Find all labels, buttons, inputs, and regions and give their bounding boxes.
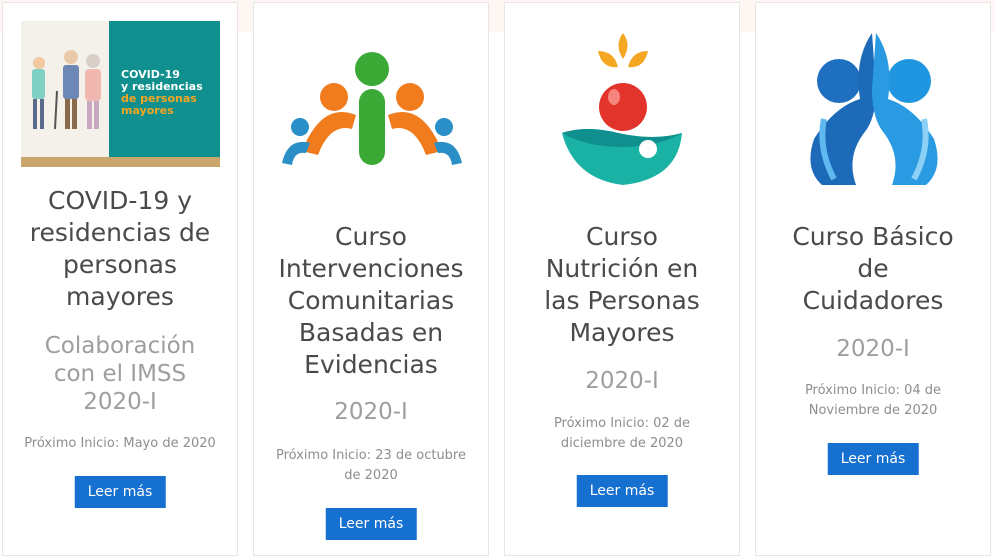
- course-title[interactable]: Curso Básico de Cuidadores: [756, 221, 990, 317]
- course-card-covid: COVID-19 y residencias de personas mayor…: [2, 2, 238, 556]
- course-image-cuidadores[interactable]: [756, 29, 990, 189]
- course-card-cuidadores: Curso Básico de Cuidadores 2020-I Próxim…: [755, 2, 991, 556]
- course-subtitle: Colaboración con el IMSS 2020-I: [44, 333, 196, 415]
- course-start-date: Próximo Inicio: 23 de octubre de 2020: [276, 448, 466, 483]
- course-image-covid[interactable]: COVID-19 y residencias de personas mayor…: [3, 21, 237, 167]
- course-subtitle: 2020-I: [585, 368, 659, 394]
- read-more-button[interactable]: Leer más: [74, 476, 166, 508]
- course-start-date: Próximo Inicio: Mayo de 2020: [24, 436, 216, 451]
- course-subtitle: 2020-I: [334, 399, 408, 425]
- course-card-nutricion: Curso Nutrición en las Personas Mayores …: [504, 2, 740, 556]
- read-more-button[interactable]: Leer más: [576, 475, 668, 507]
- image-caption: COVID-19 y residencias de personas mayor…: [121, 68, 203, 117]
- course-image-intervenciones[interactable]: [254, 43, 488, 173]
- read-more-button[interactable]: Leer más: [325, 508, 417, 540]
- course-start-date: Próximo Inicio: 02 de diciembre de 2020: [553, 416, 691, 451]
- course-start-date: Próximo Inicio: 04 de Noviembre de 2020: [804, 383, 942, 418]
- course-title[interactable]: COVID-19 y residencias de personas mayor…: [3, 185, 237, 313]
- read-more-button[interactable]: Leer más: [827, 443, 919, 475]
- course-subtitle: 2020-I: [836, 336, 910, 362]
- course-title[interactable]: Curso Nutrición en las Personas Mayores: [505, 221, 739, 349]
- course-card-intervenciones: Curso Intervenciones Comunitarias Basada…: [253, 2, 489, 556]
- course-image-nutricion[interactable]: [505, 29, 739, 189]
- course-title[interactable]: Curso Intervenciones Comunitarias Basada…: [254, 221, 488, 381]
